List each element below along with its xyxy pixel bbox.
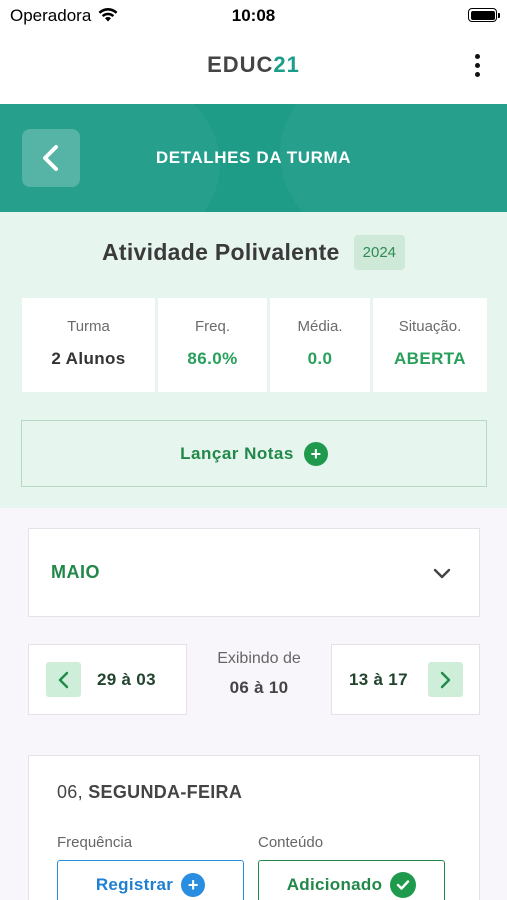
content-label: Conteúdo — [258, 834, 324, 851]
schedule-section: MAIO 29 à 03 Exibindo de 06 à 10 13 à 17… — [0, 508, 507, 900]
current-week-range: 06 à 10 — [229, 678, 289, 697]
course-heading: Atividade Polivalente 2024 — [0, 232, 507, 272]
more-vertical-icon[interactable] — [473, 54, 481, 80]
frequency-label: Frequência — [57, 834, 133, 851]
chevron-right-icon — [427, 662, 463, 697]
stat-average: Média. 0.0 — [270, 298, 370, 392]
current-week-label: Exibindo de — [217, 650, 301, 667]
day-number: 06, — [57, 782, 83, 802]
content-added-button[interactable]: Adicionado — [258, 860, 445, 900]
title-band: DETALHES DA TURMA — [0, 104, 507, 212]
stat-frequency: Freq. 86.0% — [158, 298, 267, 392]
day-card: 06, SEGUNDA-FEIRA Frequência Conteúdo Re… — [28, 755, 480, 900]
day-weekday: SEGUNDA-FEIRA — [88, 782, 243, 802]
chevron-left-icon — [46, 662, 81, 697]
stat-value: ABERTA — [394, 349, 466, 368]
stat-value: 2 Alunos — [51, 349, 126, 368]
launch-grades-button[interactable]: Lançar Notas + — [21, 420, 487, 487]
plus-circle-icon: + — [303, 441, 328, 466]
stat-label: Turma — [67, 318, 110, 335]
next-week-label: 13 à 17 — [349, 669, 408, 689]
added-label: Adicionado — [286, 875, 383, 894]
app-header: EDUC21 — [0, 32, 507, 104]
stat-value: 86.0% — [187, 349, 238, 368]
stat-status: Situação. ABERTA — [373, 298, 487, 392]
stat-label: Freq. — [194, 318, 230, 335]
month-select[interactable]: MAIO — [28, 528, 480, 617]
previous-week-button[interactable]: 29 à 03 — [28, 644, 187, 715]
course-summary: Atividade Polivalente 2024 Turma 2 Aluno… — [0, 212, 507, 508]
stat-label: Média. — [297, 318, 343, 335]
status-bar: Operadora 10:08 — [0, 0, 507, 32]
previous-week-label: 29 à 03 — [97, 669, 156, 689]
battery-icon — [468, 8, 500, 22]
year-badge: 2024 — [353, 234, 406, 270]
month-value: MAIO — [51, 562, 100, 582]
stat-label: Situação. — [398, 318, 462, 335]
logo-text: EDUC — [207, 52, 274, 77]
page-title: DETALHES DA TURMA — [155, 148, 352, 167]
register-attendance-button[interactable]: Registrar + — [57, 860, 244, 900]
next-week-button[interactable]: 13 à 17 — [331, 644, 480, 715]
week-navigator: 29 à 03 Exibindo de 06 à 10 13 à 17 — [28, 644, 480, 715]
stats-row: Turma 2 Alunos Freq. 86.0% Média. 0.0 Si… — [22, 298, 487, 392]
check-circle-icon — [390, 872, 417, 898]
app-logo: EDUC21 — [0, 52, 507, 78]
clock: 10:08 — [231, 6, 276, 25]
current-week: Exibindo de 06 à 10 — [187, 650, 331, 698]
launch-grades-label: Lançar Notas — [180, 443, 294, 463]
stat-turma: Turma 2 Alunos — [22, 298, 155, 392]
chevron-down-icon — [433, 568, 451, 578]
stat-value: 0.0 — [307, 349, 333, 368]
course-name: Atividade Polivalente — [101, 238, 340, 265]
day-title: 06, SEGUNDA-FEIRA — [57, 782, 242, 803]
register-label: Registrar — [95, 875, 174, 894]
plus-circle-icon: + — [181, 873, 206, 897]
logo-number: 21 — [273, 52, 300, 77]
